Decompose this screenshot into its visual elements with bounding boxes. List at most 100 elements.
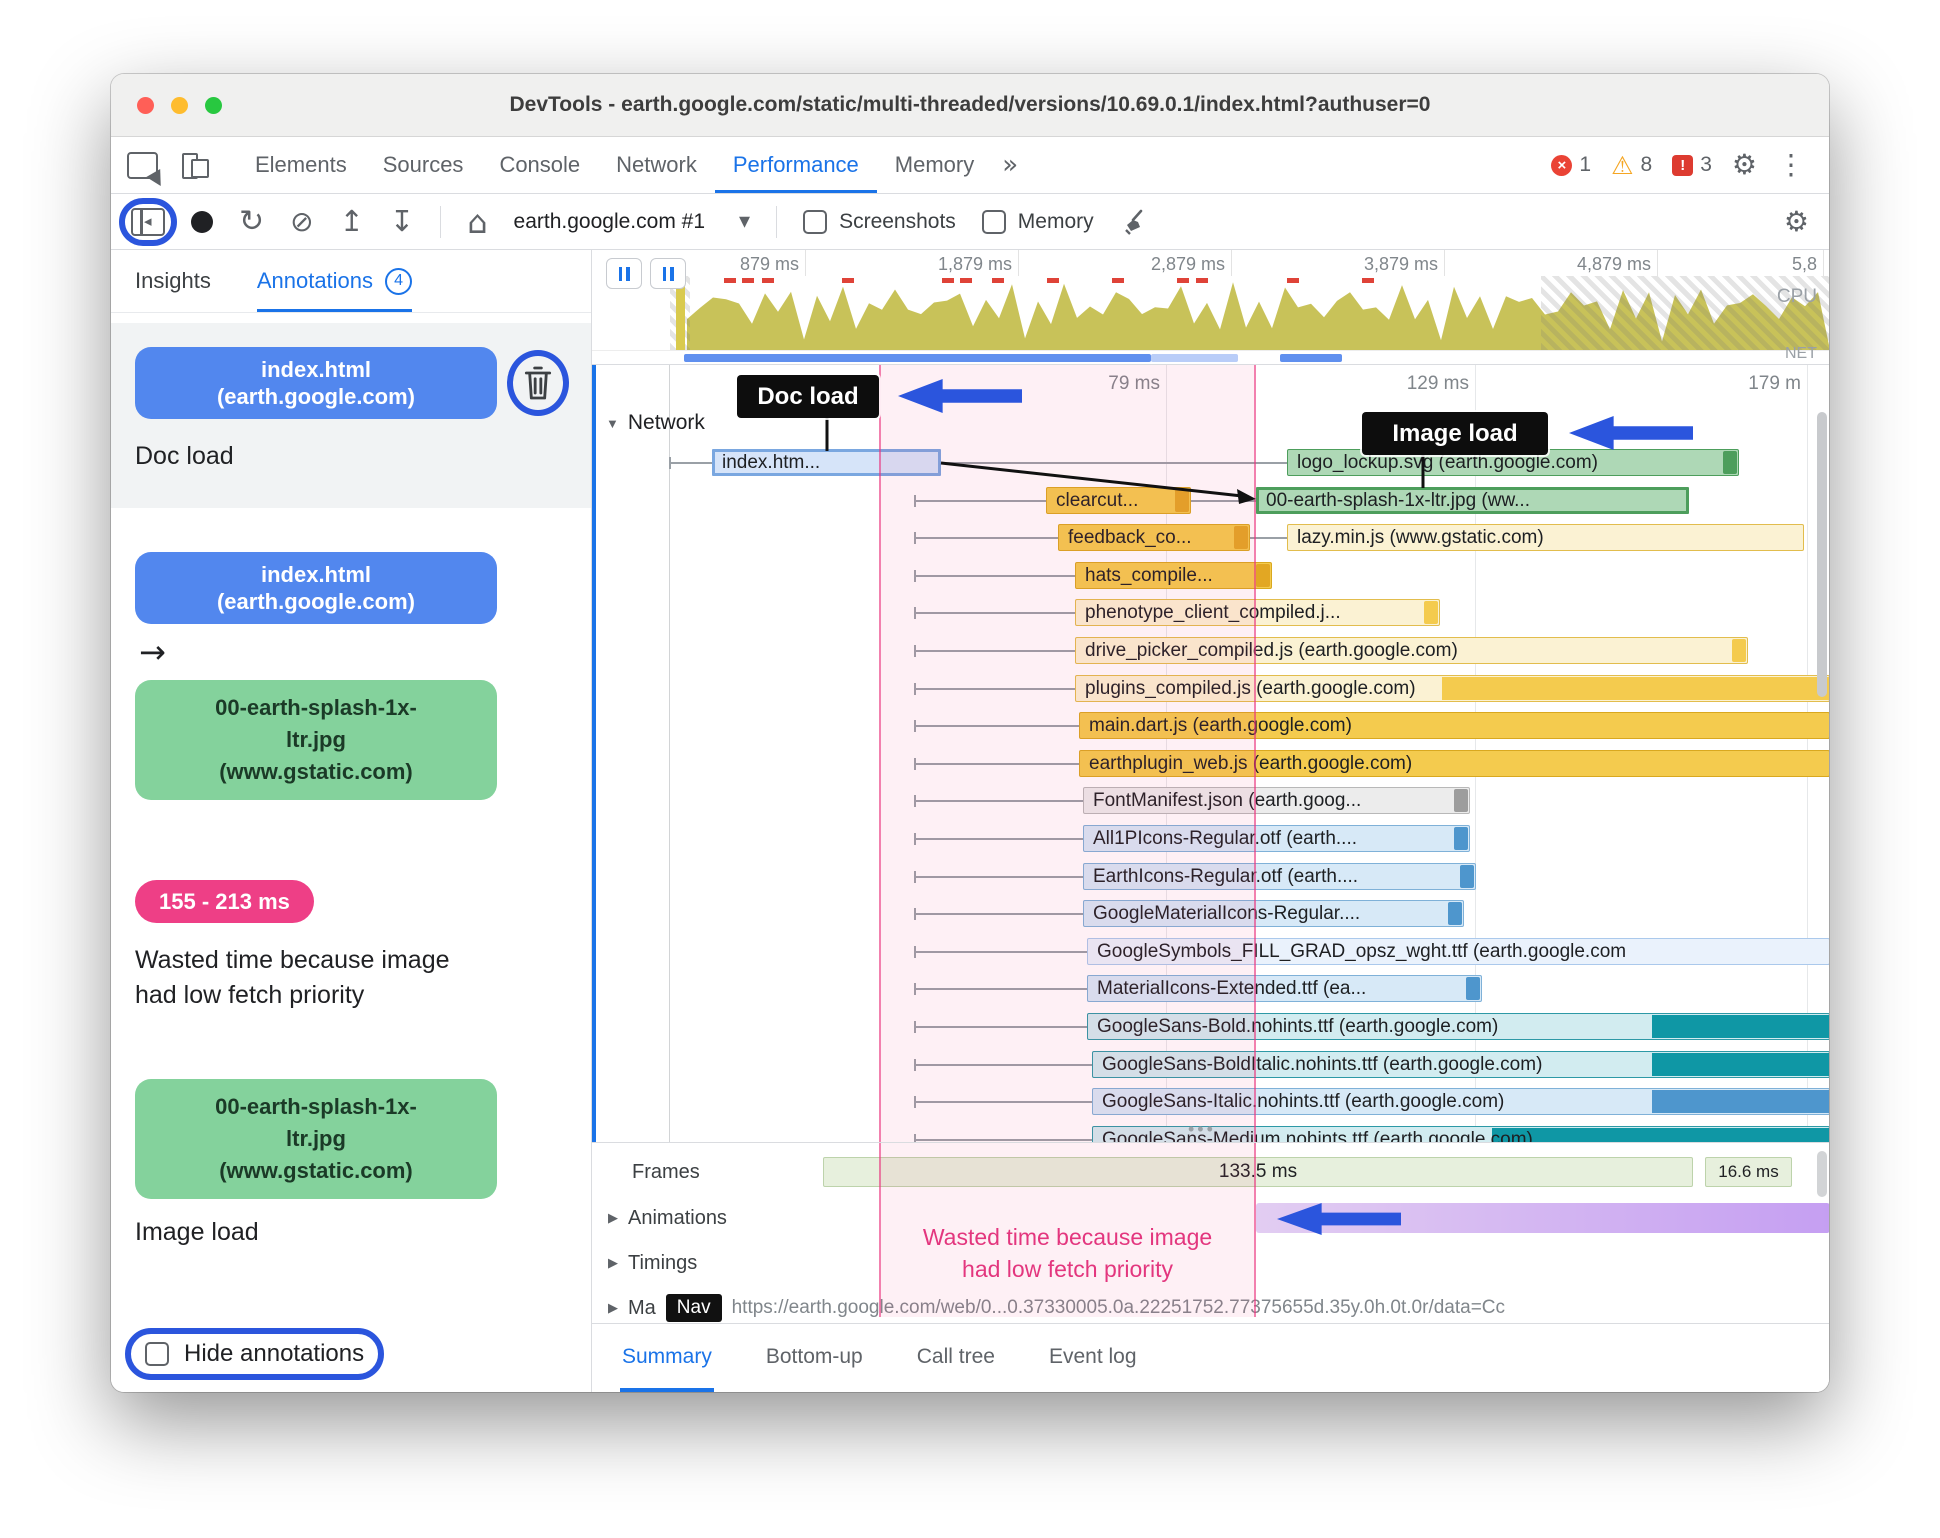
collapse-triangle-icon[interactable]: ▶: [608, 1210, 618, 1226]
cpu-track-label: CPU: [1776, 286, 1817, 307]
waterfall-scrollbar[interactable]: [1817, 412, 1827, 697]
profile-select[interactable]: earth.google.com #1 ▾: [514, 210, 751, 234]
bottom-tab-bottom-up[interactable]: Bottom-up: [764, 1324, 865, 1392]
tab-performance[interactable]: Performance: [715, 137, 877, 193]
network-request[interactable]: GoogleSymbols_FILL_GRAD_opsz_wght.ttf (e…: [592, 937, 1829, 967]
network-request[interactable]: GoogleSans-Bold.nohints.ttf (earth.googl…: [592, 1013, 1829, 1042]
warning-badge[interactable]: ⚠ 8: [1611, 153, 1652, 178]
screenshots-checkbox[interactable]: [803, 209, 828, 234]
tab-console[interactable]: Console: [481, 137, 598, 193]
tab-sources[interactable]: Sources: [365, 137, 482, 193]
net-activity-bar: [1280, 354, 1342, 362]
annotation-entry-time-range[interactable]: 155 - 213 ms Wasted time because image h…: [111, 880, 591, 1013]
network-request[interactable]: All1PIcons-Regular.otf (earth....: [592, 825, 1829, 854]
issues-badge[interactable]: ! 3: [1672, 153, 1712, 177]
network-request[interactable]: phenotype_client_compiled.j...: [592, 599, 1829, 628]
error-badge[interactable]: × 1: [1551, 153, 1591, 177]
load-profile-button[interactable]: ↧: [390, 207, 414, 236]
toggle-sidebar-button[interactable]: [119, 197, 177, 246]
minimize-button[interactable]: [171, 96, 188, 114]
pause-marker-button[interactable]: [650, 258, 686, 289]
request-label: GoogleSans-Italic.nohints.ttf (earth.goo…: [1102, 1091, 1505, 1113]
tracks-scrollbar[interactable]: [1817, 1151, 1827, 1197]
bottom-tab-summary[interactable]: Summary: [620, 1324, 714, 1392]
tab-memory[interactable]: Memory: [877, 137, 992, 193]
delete-annotation-button[interactable]: [507, 350, 569, 416]
cpu-chart[interactable]: [592, 276, 1829, 350]
image-load-annotation-label[interactable]: Image load: [1362, 412, 1548, 455]
network-request[interactable]: GoogleSans-Italic.nohints.ttf (earth.goo…: [592, 1088, 1829, 1117]
waterfall-tick-label: 179 m: [1748, 373, 1801, 394]
network-request[interactable]: earthplugin_web.js (earth.google.com): [592, 749, 1829, 779]
more-tabs-button[interactable]: »: [992, 152, 1028, 178]
tab-insights[interactable]: Insights: [135, 250, 211, 312]
annotation-pill-index-html[interactable]: index.html (earth.google.com): [135, 347, 497, 419]
network-request[interactable]: GoogleSans-BoldItalic.nohints.ttf (earth…: [592, 1050, 1829, 1080]
request-end-cap: [1732, 639, 1746, 662]
request-whisker: [914, 569, 1075, 582]
track-selection-accent: [592, 365, 596, 1142]
tab-network[interactable]: Network: [598, 137, 715, 193]
network-request[interactable]: plugins_compiled.js (earth.google.com): [592, 674, 1829, 704]
frames-bar[interactable]: 16.6 ms: [1705, 1157, 1792, 1187]
bottom-tab-call-tree[interactable]: Call tree: [915, 1324, 997, 1392]
annotation-entry-link[interactable]: index.html (earth.google.com) → 00-earth…: [111, 552, 591, 800]
tab-annotations[interactable]: Annotations 4: [257, 250, 413, 312]
network-request[interactable]: hats_compile...: [592, 561, 1829, 591]
annotation-pill-splash-image[interactable]: 00-earth-splash-1x- ltr.jpg (www.gstatic…: [135, 1079, 497, 1199]
doc-load-annotation-label[interactable]: Doc load: [737, 375, 879, 418]
screenshots-toggle[interactable]: Screenshots: [803, 209, 956, 234]
hide-annotations-row[interactable]: Hide annotations: [124, 1328, 385, 1380]
hide-annotations-checkbox[interactable]: [145, 1342, 169, 1366]
bottom-tab-event-log[interactable]: Event log: [1047, 1324, 1139, 1392]
performance-settings-gear-icon[interactable]: ⚙: [1784, 207, 1809, 236]
network-request[interactable]: FontManifest.json (earth.goog...: [592, 787, 1829, 816]
zoom-button[interactable]: [205, 96, 222, 114]
memory-checkbox[interactable]: [981, 209, 1006, 234]
kebab-menu-icon[interactable]: ⋮: [1777, 151, 1805, 179]
clear-button[interactable]: ⊘: [290, 207, 313, 236]
track-resize-handle[interactable]: •••: [1188, 1119, 1216, 1140]
wasted-time-text: Wasted time because image had low fetch …: [922, 1224, 1213, 1282]
request-whisker: [914, 1096, 1092, 1109]
save-profile-button[interactable]: ↥: [340, 207, 364, 236]
network-track-header[interactable]: ▼ Network: [606, 411, 705, 435]
nav-annotation-chip[interactable]: Nav: [665, 1294, 722, 1322]
main-track-label: Ma: [628, 1296, 656, 1319]
tab-elements[interactable]: Elements: [237, 137, 365, 193]
timeline-overview[interactable]: 879 ms 1,879 ms 2,879 ms 3,879 ms 4,879 ms 5,…: [592, 250, 1829, 365]
request-label: MaterialIcons-Extended.ttf (ea...: [1097, 978, 1367, 1000]
annotation-pill-time-range[interactable]: 155 - 213 ms: [135, 880, 314, 923]
window-titlebar[interactable]: DevTools - earth.google.com/static/multi…: [111, 74, 1829, 137]
reload-and-record-button[interactable]: ↻: [239, 206, 264, 237]
memory-toggle[interactable]: Memory: [981, 209, 1094, 234]
network-request[interactable]: main.dart.js (earth.google.com): [592, 712, 1829, 741]
network-waterfall[interactable]: ▼ Network Doc load Image load ••• 79 ms 1…: [592, 365, 1829, 1142]
request-active-segment: [1652, 1015, 1829, 1038]
long-task-marker: [1362, 278, 1374, 283]
network-request[interactable]: drive_picker_compiled.js (earth.google.c…: [592, 637, 1829, 666]
close-button[interactable]: [137, 96, 154, 114]
network-request[interactable]: MaterialIcons-Extended.ttf (ea...: [592, 975, 1829, 1004]
network-request[interactable]: GoogleMaterialIcons-Regular....: [592, 900, 1829, 929]
record-button[interactable]: [191, 210, 213, 233]
inspect-element-button[interactable]: [127, 151, 158, 179]
request-end-cap: [1454, 789, 1468, 813]
network-request[interactable]: 00-earth-splash-1x-ltr.jpg (ww...: [592, 486, 1829, 516]
pause-marker-button[interactable]: [606, 258, 642, 289]
annotation-entry-doc-load[interactable]: index.html (earth.google.com) Doc load: [111, 323, 591, 508]
collapse-triangle-icon[interactable]: ▶: [608, 1255, 618, 1271]
long-task-marker: [960, 278, 972, 283]
annotation-entry-image-load[interactable]: 00-earth-splash-1x- ltr.jpg (www.gstatic…: [111, 1079, 591, 1250]
collapse-triangle-icon[interactable]: ▶: [608, 1300, 618, 1316]
annotation-pill-splash-image[interactable]: 00-earth-splash-1x- ltr.jpg (www.gstatic…: [135, 680, 497, 800]
device-toolbar-button[interactable]: [182, 152, 209, 179]
network-request[interactable]: EarthIcons-Regular.otf (earth....: [592, 862, 1829, 892]
collapse-triangle-icon[interactable]: ▼: [606, 416, 619, 431]
request-whisker: [914, 1133, 1092, 1142]
home-button[interactable]: ⌂: [467, 206, 487, 238]
settings-gear-icon[interactable]: ⚙: [1732, 151, 1757, 179]
collect-garbage-button[interactable]: [1120, 208, 1150, 236]
annotation-pill-index-html[interactable]: index.html (earth.google.com): [135, 552, 497, 624]
frames-bar[interactable]: 133.5 ms: [823, 1157, 1693, 1187]
